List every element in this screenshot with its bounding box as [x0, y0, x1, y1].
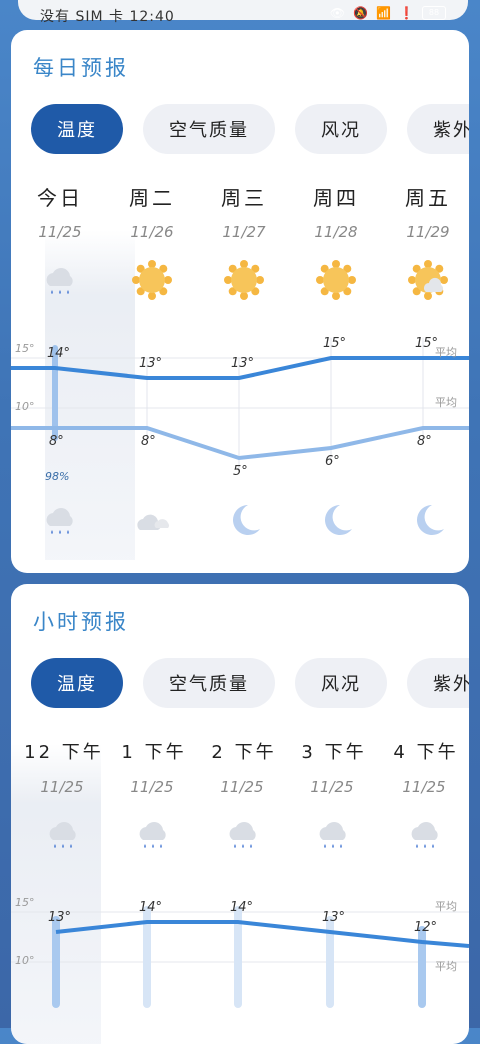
avg-label-low: 平均 — [435, 396, 457, 409]
battery-icon: 88 — [422, 6, 446, 20]
hour-label: 4 下午 — [393, 742, 459, 763]
hour-temp-label: 13° — [322, 910, 346, 925]
low-temp-line — [11, 426, 469, 461]
hour-date: 11/25 — [130, 778, 174, 796]
axis-label-low: 10° — [15, 954, 35, 967]
sun-icon — [132, 260, 172, 300]
day-date: 11/27 — [222, 223, 266, 241]
tab-wind[interactable]: 风况 — [295, 658, 387, 708]
low-temp-label: 8° — [141, 434, 156, 449]
rain-cloud-icon — [133, 814, 173, 854]
tab-temperature[interactable]: 温度 — [31, 104, 123, 154]
hour-label: 2 下午 — [211, 742, 277, 763]
tab-temperature[interactable]: 温度 — [31, 658, 123, 708]
hour-temp-label: 14° — [230, 900, 254, 915]
day-date: 11/28 — [314, 223, 358, 241]
sun-cloud-icon — [408, 260, 448, 300]
high-temp-label: 13° — [139, 356, 163, 371]
low-temp-label: 6° — [325, 454, 340, 469]
day-label: 周四 — [313, 186, 359, 210]
low-temp-label: 8° — [49, 434, 64, 449]
rain-cloud-icon — [313, 814, 353, 854]
high-temp-label: 14° — [47, 346, 71, 361]
eye-icon: 👁 — [329, 6, 346, 20]
day-date: 11/29 — [406, 223, 450, 241]
rain-cloud-icon — [40, 260, 80, 300]
wifi-icon: 📶 — [376, 6, 392, 20]
hour-label: 12 下午 — [24, 742, 104, 763]
hourly-temperature-chart: 15° 10° 平均 平均 13° 14° 14° 13° 12° — [11, 884, 469, 1014]
day-date: 11/26 — [130, 223, 174, 241]
daily-temperature-chart: 15° 10° 平均 平均 14° 8° 13° 8° 13° 5° 15° 6° 15° 8° — [11, 330, 469, 510]
status-bar: 没有 SIM 卡 12:40 👁 🔕 📶 ❗ 88 — [0, 0, 480, 28]
day-label: 周五 — [405, 186, 451, 210]
daily-tabs: 温度 空气质量 风况 紫外线 — [31, 104, 469, 154]
sun-icon — [224, 260, 264, 300]
hour-label: 3 下午 — [301, 742, 367, 763]
hourly-title: 小时预报 — [33, 610, 129, 634]
day-label: 周二 — [129, 186, 175, 210]
rain-cloud-icon — [405, 814, 445, 854]
status-icons: 👁 🔕 📶 ❗ 88 — [330, 6, 446, 20]
hour-date: 11/25 — [402, 778, 446, 796]
sun-icon — [316, 260, 356, 300]
hour-temp-label: 14° — [139, 900, 163, 915]
tab-air-quality[interactable]: 空气质量 — [143, 104, 275, 154]
avg-label-high: 平均 — [435, 346, 457, 359]
avg-label-high: 平均 — [435, 900, 457, 913]
low-temp-label: 8° — [417, 434, 432, 449]
rain-cloud-icon — [223, 814, 263, 854]
hour-date: 11/25 — [220, 778, 264, 796]
day-label: 周三 — [221, 186, 267, 210]
avg-label-low: 平均 — [435, 960, 457, 973]
axis-label-high: 15° — [15, 896, 35, 909]
status-text: 没有 SIM 卡 12:40 — [40, 9, 175, 25]
hour-temp-label: 13° — [48, 910, 72, 925]
high-temp-label: 13° — [231, 356, 255, 371]
mute-icon: 🔕 — [353, 6, 369, 20]
daily-title: 每日预报 — [33, 56, 129, 80]
tab-uv[interactable]: 紫外线 — [407, 658, 469, 708]
axis-label-low: 10° — [15, 400, 35, 413]
hourly-tabs: 温度 空气质量 风况 紫外线 — [31, 658, 469, 708]
hourly-forecast-card: 小时预报 温度 空气质量 风况 紫外线 12 下午 11/25 1 下午 11/25 2… — [11, 584, 469, 1044]
rain-cloud-icon — [43, 814, 83, 854]
tab-uv[interactable]: 紫外线 — [407, 104, 469, 154]
hour-temp-label: 12° — [414, 920, 438, 935]
hour-label: 1 下午 — [121, 742, 187, 763]
high-temp-label: 15° — [415, 336, 439, 351]
low-temp-label: 5° — [233, 464, 248, 479]
hourly-temp-line — [55, 920, 469, 948]
tab-air-quality[interactable]: 空气质量 — [143, 658, 275, 708]
daily-forecast-card: 每日预报 温度 空气质量 风况 紫外线 今日11/2598%周二11/26周三1… — [11, 30, 469, 573]
day-label: 今日 — [37, 186, 83, 210]
high-temp-label: 15° — [323, 336, 347, 351]
hour-date: 11/25 — [310, 778, 354, 796]
tab-wind[interactable]: 风况 — [295, 104, 387, 154]
alert-icon: ❗ — [399, 6, 414, 20]
day-date: 11/25 — [38, 223, 82, 241]
axis-label-high: 15° — [15, 342, 35, 355]
hour-date: 11/25 — [40, 778, 84, 796]
